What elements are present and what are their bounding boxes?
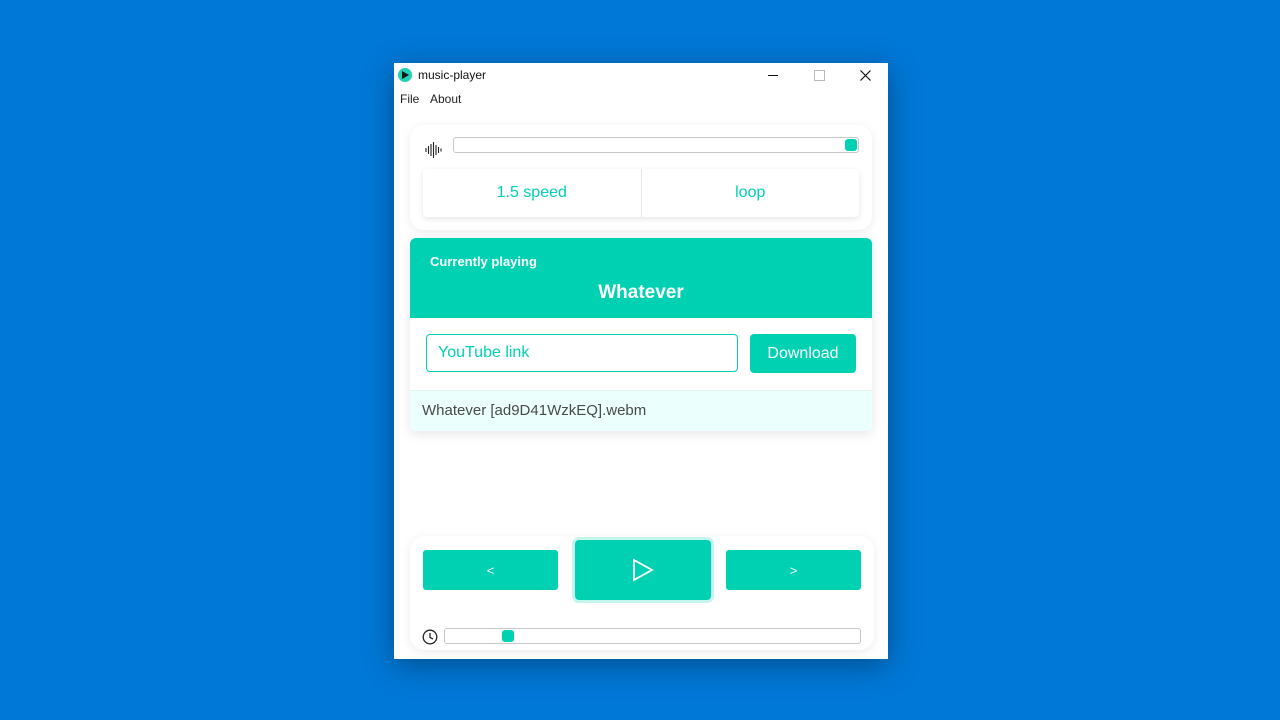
volume-slider[interactable] xyxy=(453,137,859,153)
settings-card: 1.5 speed loop xyxy=(410,125,872,230)
loop-button[interactable]: loop xyxy=(640,169,860,217)
speed-button[interactable]: 1.5 speed xyxy=(423,169,641,217)
play-circle-icon xyxy=(398,68,412,82)
now-playing-title: Whatever xyxy=(598,282,684,303)
now-playing-card: Currently playing Whatever Download What… xyxy=(410,238,872,431)
app-window: music-player File About 1.5 speed loop C… xyxy=(394,63,888,659)
close-icon xyxy=(859,69,871,81)
file-list-item[interactable]: Whatever [ad9D41WzkEQ].webm xyxy=(410,390,872,431)
playback-controls-card: < > xyxy=(410,536,874,650)
now-playing-label: Currently playing xyxy=(430,254,537,269)
waveform-icon xyxy=(425,142,442,158)
close-button[interactable] xyxy=(842,63,888,87)
playback-options: 1.5 speed loop xyxy=(423,169,859,217)
next-button[interactable]: > xyxy=(726,550,861,590)
menu-file[interactable]: File xyxy=(400,92,419,106)
play-button[interactable] xyxy=(575,540,711,600)
menu-bar: File About xyxy=(394,87,888,111)
menu-about[interactable]: About xyxy=(430,92,461,106)
now-playing-header: Currently playing Whatever xyxy=(410,238,872,318)
minimize-icon xyxy=(768,74,778,76)
seek-slider-thumb[interactable] xyxy=(502,630,515,642)
maximize-button[interactable] xyxy=(796,63,842,87)
minimize-button[interactable] xyxy=(750,63,796,87)
volume-slider-thumb[interactable] xyxy=(845,139,857,151)
previous-button[interactable]: < xyxy=(423,550,558,590)
download-button[interactable]: Download xyxy=(750,334,856,373)
window-title: music-player xyxy=(418,68,487,82)
youtube-link-input[interactable] xyxy=(426,334,738,372)
clock-icon xyxy=(422,629,438,645)
seek-slider[interactable] xyxy=(444,628,861,644)
play-icon xyxy=(633,558,654,582)
title-bar[interactable]: music-player xyxy=(394,63,888,87)
maximize-icon xyxy=(813,69,825,81)
